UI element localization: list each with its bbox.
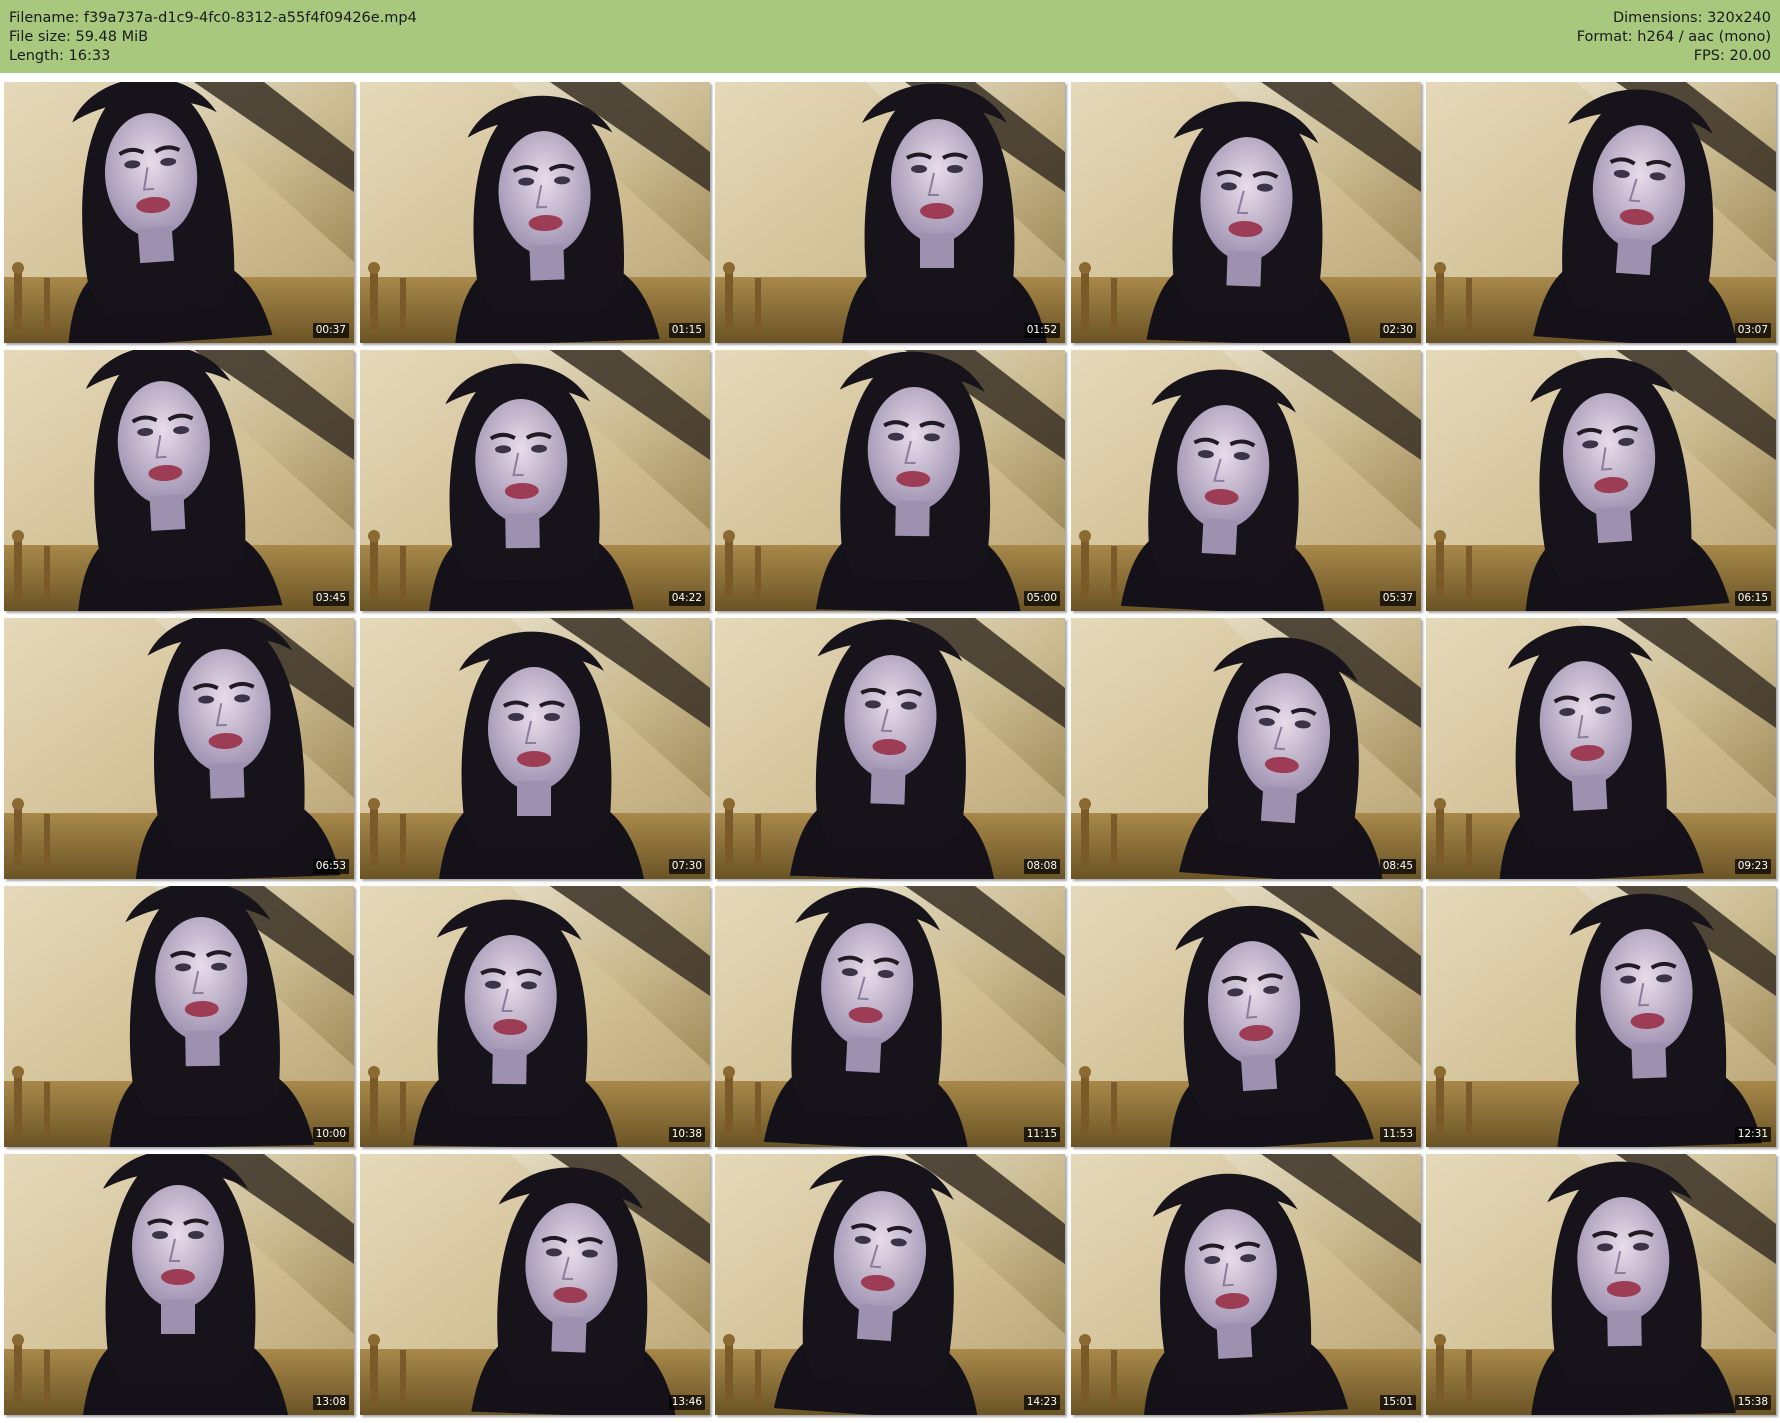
filesize-label: File size: — [9, 29, 71, 45]
frame-image — [715, 350, 1065, 611]
frame-image — [4, 1154, 354, 1415]
frame-image — [1071, 618, 1421, 879]
video-thumbnail: 03:45 — [4, 350, 354, 611]
length-label: Length: — [9, 48, 64, 64]
video-thumbnail: 02:30 — [1071, 82, 1421, 343]
video-thumbnail: 15:38 — [1426, 1154, 1776, 1415]
video-thumbnail: 05:00 — [715, 350, 1065, 611]
thumbnail-timestamp: 14:23 — [1023, 1395, 1060, 1410]
frame-image — [715, 618, 1065, 879]
frame-image — [360, 82, 710, 343]
filename-value: f39a737a-d1c9-4fc0-8312-a55f4f09426e.mp4 — [83, 10, 417, 26]
length-line: Length: 16:33 — [9, 47, 417, 66]
thumbnail-timestamp: 13:08 — [312, 1395, 349, 1410]
thumbnail-timestamp: 08:08 — [1023, 859, 1060, 874]
frame-image — [715, 886, 1065, 1147]
frame-image — [715, 1154, 1065, 1415]
frame-image — [4, 886, 354, 1147]
frame-image — [1071, 350, 1421, 611]
info-header: Filename: f39a737a-d1c9-4fc0-8312-a55f4f… — [0, 0, 1780, 73]
fps-label: FPS: — [1693, 48, 1725, 64]
video-thumbnail: 13:46 — [360, 1154, 710, 1415]
thumbnail-timestamp: 05:37 — [1379, 591, 1416, 606]
format-value: h264 / aac (mono) — [1637, 29, 1771, 45]
file-info: Filename: f39a737a-d1c9-4fc0-8312-a55f4f… — [9, 9, 417, 66]
video-thumbnail: 11:15 — [715, 886, 1065, 1147]
thumbnail-timestamp: 15:38 — [1734, 1395, 1771, 1410]
video-thumbnail: 14:23 — [715, 1154, 1065, 1415]
video-thumbnail: 08:08 — [715, 618, 1065, 879]
video-thumbnail: 10:00 — [4, 886, 354, 1147]
thumbnail-timestamp: 09:23 — [1734, 859, 1771, 874]
video-thumbnail: 08:45 — [1071, 618, 1421, 879]
video-thumbnail: 15:01 — [1071, 1154, 1421, 1415]
frame-image — [1071, 886, 1421, 1147]
filesize-value: 59.48 MiB — [75, 29, 149, 45]
thumbnail-timestamp: 11:15 — [1023, 1127, 1060, 1142]
video-thumbnail: 04:22 — [360, 350, 710, 611]
filesize-line: File size: 59.48 MiB — [9, 28, 417, 47]
thumbnail-timestamp: 03:45 — [312, 591, 349, 606]
video-thumbnail: 10:38 — [360, 886, 710, 1147]
thumbnail-timestamp: 06:53 — [312, 859, 349, 874]
video-thumbnail: 00:37 — [4, 82, 354, 343]
thumbnail-timestamp: 07:30 — [668, 859, 705, 874]
fps-value: 20.00 — [1729, 48, 1771, 64]
frame-image — [1071, 1154, 1421, 1415]
thumbnail-timestamp: 11:53 — [1379, 1127, 1416, 1142]
frame-image — [1426, 1154, 1776, 1415]
thumbnail-timestamp: 00:37 — [312, 323, 349, 338]
thumbnail-timestamp: 15:01 — [1379, 1395, 1416, 1410]
thumbnail-timestamp: 01:15 — [668, 323, 705, 338]
thumbnail-timestamp: 08:45 — [1379, 859, 1416, 874]
frame-image — [360, 1154, 710, 1415]
frame-image — [715, 82, 1065, 343]
video-thumbnail: 03:07 — [1426, 82, 1776, 343]
video-thumbnail: 01:15 — [360, 82, 710, 343]
video-thumbnail: 01:52 — [715, 82, 1065, 343]
stream-info: Dimensions: 320x240 Format: h264 / aac (… — [1577, 9, 1771, 66]
filename-label: Filename: — [9, 10, 80, 26]
video-thumbnail: 06:53 — [4, 618, 354, 879]
frame-image — [360, 350, 710, 611]
thumbnail-timestamp: 03:07 — [1734, 323, 1771, 338]
thumbnail-grid: 00:37 01:15 01:52 02:30 03:07 03:45 04:22 05:00… — [4, 82, 1776, 1419]
dimensions-line: Dimensions: 320x240 — [1577, 9, 1771, 28]
thumbnail-timestamp: 05:00 — [1023, 591, 1060, 606]
video-thumbnail: 05:37 — [1071, 350, 1421, 611]
thumbnail-timestamp: 10:38 — [668, 1127, 705, 1142]
frame-image — [1426, 886, 1776, 1147]
video-thumbnail: 12:31 — [1426, 886, 1776, 1147]
thumbnail-timestamp: 04:22 — [668, 591, 705, 606]
format-label: Format: — [1576, 29, 1633, 45]
thumbnail-timestamp: 01:52 — [1023, 323, 1060, 338]
video-thumbnail: 09:23 — [1426, 618, 1776, 879]
frame-image — [4, 82, 354, 343]
frame-image — [1426, 82, 1776, 343]
frame-image — [1426, 618, 1776, 879]
frame-image — [1426, 350, 1776, 611]
video-thumbnail: 13:08 — [4, 1154, 354, 1415]
video-thumbnail: 06:15 — [1426, 350, 1776, 611]
dimensions-value: 320x240 — [1707, 10, 1771, 26]
frame-image — [360, 618, 710, 879]
thumbnail-timestamp: 10:00 — [312, 1127, 349, 1142]
video-thumbnail: 11:53 — [1071, 886, 1421, 1147]
frame-image — [4, 618, 354, 879]
frame-image — [360, 886, 710, 1147]
format-line: Format: h264 / aac (mono) — [1577, 28, 1771, 47]
frame-image — [4, 350, 354, 611]
thumbnail-timestamp: 13:46 — [668, 1395, 705, 1410]
dimensions-label: Dimensions: — [1612, 10, 1703, 26]
thumbnail-timestamp: 12:31 — [1734, 1127, 1771, 1142]
length-value: 16:33 — [68, 48, 111, 64]
thumbnail-timestamp: 02:30 — [1379, 323, 1416, 338]
fps-line: FPS: 20.00 — [1577, 47, 1771, 66]
frame-image — [1071, 82, 1421, 343]
video-thumbnail: 07:30 — [360, 618, 710, 879]
filename-line: Filename: f39a737a-d1c9-4fc0-8312-a55f4f… — [9, 9, 417, 28]
thumbnail-timestamp: 06:15 — [1734, 591, 1771, 606]
